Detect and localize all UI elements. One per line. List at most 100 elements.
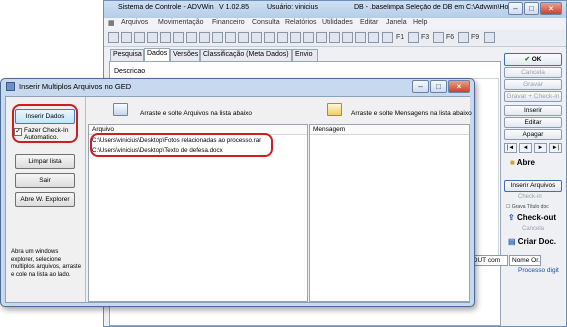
toolbar-icon-23[interactable] bbox=[408, 32, 419, 43]
toolbar-icon-6[interactable] bbox=[173, 32, 184, 43]
dialog-title: Inserir Multiplos Arquivos no GED bbox=[19, 82, 132, 91]
nav-first-button[interactable]: |◄ bbox=[504, 143, 517, 153]
toolbar-icon-25[interactable] bbox=[458, 32, 469, 43]
editar-button[interactable]: Editar bbox=[504, 117, 562, 128]
document-icon: ▤ bbox=[508, 237, 518, 246]
toolbar-icon-2[interactable] bbox=[121, 32, 132, 43]
nav-last-button[interactable]: ►| bbox=[549, 143, 562, 153]
inserir-arquivos-button[interactable]: Inserir Arquivos bbox=[504, 180, 562, 192]
grava-titulo-checkbox[interactable]: ☐ Grava Título doc bbox=[506, 204, 549, 210]
processo-link[interactable]: Processo digit bbox=[518, 267, 559, 274]
sair-button[interactable]: Sair bbox=[15, 173, 75, 188]
cancela-button[interactable]: Cancela bbox=[504, 67, 562, 78]
maximize-button[interactable]: □ bbox=[524, 2, 539, 15]
toolbar-icon-22[interactable] bbox=[382, 32, 393, 43]
cancela-checkout-label[interactable]: Cancela bbox=[522, 226, 544, 232]
toolbar-icon-15[interactable] bbox=[290, 32, 301, 43]
files-drop-icon bbox=[113, 103, 128, 116]
toolbar-f1[interactable]: F1 bbox=[396, 34, 404, 41]
dialog-main: Arraste e solte Arquivos na lista abaixo… bbox=[88, 97, 472, 302]
menu-item-utilidades[interactable]: Utilidades bbox=[322, 19, 353, 26]
abre-button[interactable]: ■ Abre bbox=[510, 158, 535, 167]
dialog-maximize-button[interactable]: □ bbox=[430, 80, 447, 93]
description-label: Descricao bbox=[114, 68, 146, 75]
tab-envio[interactable]: Envio bbox=[292, 49, 318, 61]
close-button[interactable]: × bbox=[540, 2, 562, 15]
menu-item-help[interactable]: Help bbox=[413, 19, 427, 26]
menu-icon: ▦ bbox=[108, 20, 115, 27]
menu-item-relatorios[interactable]: Relatórios bbox=[285, 19, 317, 26]
user-label: Usuário: vinicius bbox=[267, 4, 318, 11]
toolbar-icon-4[interactable] bbox=[147, 32, 158, 43]
limpar-lista-button[interactable]: Limpar lista bbox=[15, 154, 75, 169]
app-icon bbox=[6, 82, 15, 91]
toolbar-icon-24[interactable] bbox=[433, 32, 444, 43]
nav-prev-button[interactable]: ◄ bbox=[519, 143, 532, 153]
drop-messages-label: Arraste e solte Mensagens na lista abaix… bbox=[351, 110, 472, 117]
menu-item-consulta[interactable]: Consulta bbox=[252, 19, 280, 26]
dialog-body: Inserir Dados ✓ Fazer Check-In Automatic… bbox=[5, 96, 472, 303]
toolbar-icon-8[interactable] bbox=[199, 32, 210, 43]
check-in-label[interactable]: Check-in bbox=[518, 194, 542, 200]
drop-files-label: Arraste e solte Arquivos na lista abaixo bbox=[140, 110, 253, 117]
messages-drop-icon bbox=[327, 103, 342, 116]
toolbar-icon-5[interactable] bbox=[160, 32, 171, 43]
toolbar-icon-20[interactable] bbox=[355, 32, 366, 43]
toolbar-icon-16[interactable] bbox=[303, 32, 314, 43]
toolbar-icon-13[interactable] bbox=[264, 32, 275, 43]
tab-pesquisa[interactable]: Pesquisa bbox=[110, 49, 144, 61]
toolbar-icon-9[interactable] bbox=[212, 32, 223, 43]
dialog-minimize-button[interactable]: – bbox=[412, 80, 429, 93]
menu-item-arquivos[interactable]: Arquivos bbox=[121, 19, 148, 26]
tab-dados[interactable]: Dados bbox=[144, 48, 170, 61]
toolbar-icon-26[interactable] bbox=[484, 32, 495, 43]
toolbar-icon-11[interactable] bbox=[238, 32, 249, 43]
main-window-titlebar: Sistema de Controle - ADVWin V 1.02.85 U… bbox=[104, 1, 566, 18]
files-list[interactable]: Arquivo C:\Users\vinicius\Desktop\Fotos … bbox=[88, 124, 308, 302]
gravar-button[interactable]: Gravar bbox=[504, 79, 562, 90]
check-out-icon: ⇪ bbox=[508, 213, 517, 222]
toolbar: F1 F3 F6 F9 bbox=[104, 30, 566, 47]
toolbar-icon-3[interactable] bbox=[134, 32, 145, 43]
toolbar-icon-10[interactable] bbox=[225, 32, 236, 43]
help-text: Abra um windows explorer, selecione mult… bbox=[11, 249, 82, 278]
highlight-insert bbox=[12, 104, 78, 143]
insert-files-dialog: Inserir Multiplos Arquivos no GED – □ × … bbox=[0, 78, 475, 307]
minimize-button[interactable]: – bbox=[508, 2, 523, 15]
db-label: DB - .baselimpa Seleção de DB em C:\Advw… bbox=[354, 4, 514, 11]
apagar-button[interactable]: Apagar bbox=[504, 129, 562, 140]
messages-column-header[interactable]: Mensagem bbox=[310, 125, 469, 135]
tab-versoes[interactable]: Versões bbox=[170, 49, 200, 61]
tab-classificacao[interactable]: Classificação (Meta Dados) bbox=[200, 49, 292, 61]
menu-item-editar[interactable]: Editar bbox=[360, 19, 378, 26]
abre-explorer-button[interactable]: Abre W. Explorer bbox=[15, 192, 75, 207]
toolbar-icon-17[interactable] bbox=[316, 32, 327, 43]
toolbar-icon-14[interactable] bbox=[277, 32, 288, 43]
messages-list[interactable]: Mensagem bbox=[309, 124, 470, 302]
criar-doc-button[interactable]: ▤ Criar Doc. bbox=[508, 237, 556, 246]
toolbar-f3[interactable]: F3 bbox=[421, 34, 429, 41]
toolbar-icon-7[interactable] bbox=[186, 32, 197, 43]
folder-icon: ■ bbox=[510, 158, 517, 167]
ok-button[interactable]: ✔ OK bbox=[504, 53, 562, 66]
check-out-button[interactable]: ⇪ Check-out bbox=[508, 213, 556, 222]
main-window-title: Sistema de Controle - ADVWin bbox=[118, 4, 214, 11]
toolbar-icon-21[interactable] bbox=[368, 32, 379, 43]
version-label: V 1.02.85 bbox=[219, 4, 249, 11]
nav-next-button[interactable]: ► bbox=[534, 143, 547, 153]
toolbar-icon-18[interactable] bbox=[329, 32, 340, 43]
menu-item-financeiro[interactable]: Financeiro bbox=[212, 19, 245, 26]
menu-item-janela[interactable]: Janela bbox=[386, 19, 407, 26]
name-select[interactable]: Nome Or. bbox=[509, 255, 541, 266]
menu-bar: ▦ Arquivos Movimentação Financeiro Consu… bbox=[104, 18, 566, 30]
gravar-checkin-button[interactable]: Gravar + Check-in bbox=[504, 91, 562, 102]
toolbar-icon-1[interactable] bbox=[108, 32, 119, 43]
menu-item-movimentacao[interactable]: Movimentação bbox=[158, 19, 204, 26]
dialog-close-button[interactable]: × bbox=[448, 80, 470, 93]
inserir-button[interactable]: Inserir bbox=[504, 105, 562, 116]
action-panel: ✔ OK Cancela Gravar Gravar + Check-in In… bbox=[504, 51, 564, 326]
toolbar-icon-12[interactable] bbox=[251, 32, 262, 43]
toolbar-f9[interactable]: F9 bbox=[471, 34, 479, 41]
toolbar-icon-19[interactable] bbox=[342, 32, 353, 43]
toolbar-f6[interactable]: F6 bbox=[446, 34, 454, 41]
